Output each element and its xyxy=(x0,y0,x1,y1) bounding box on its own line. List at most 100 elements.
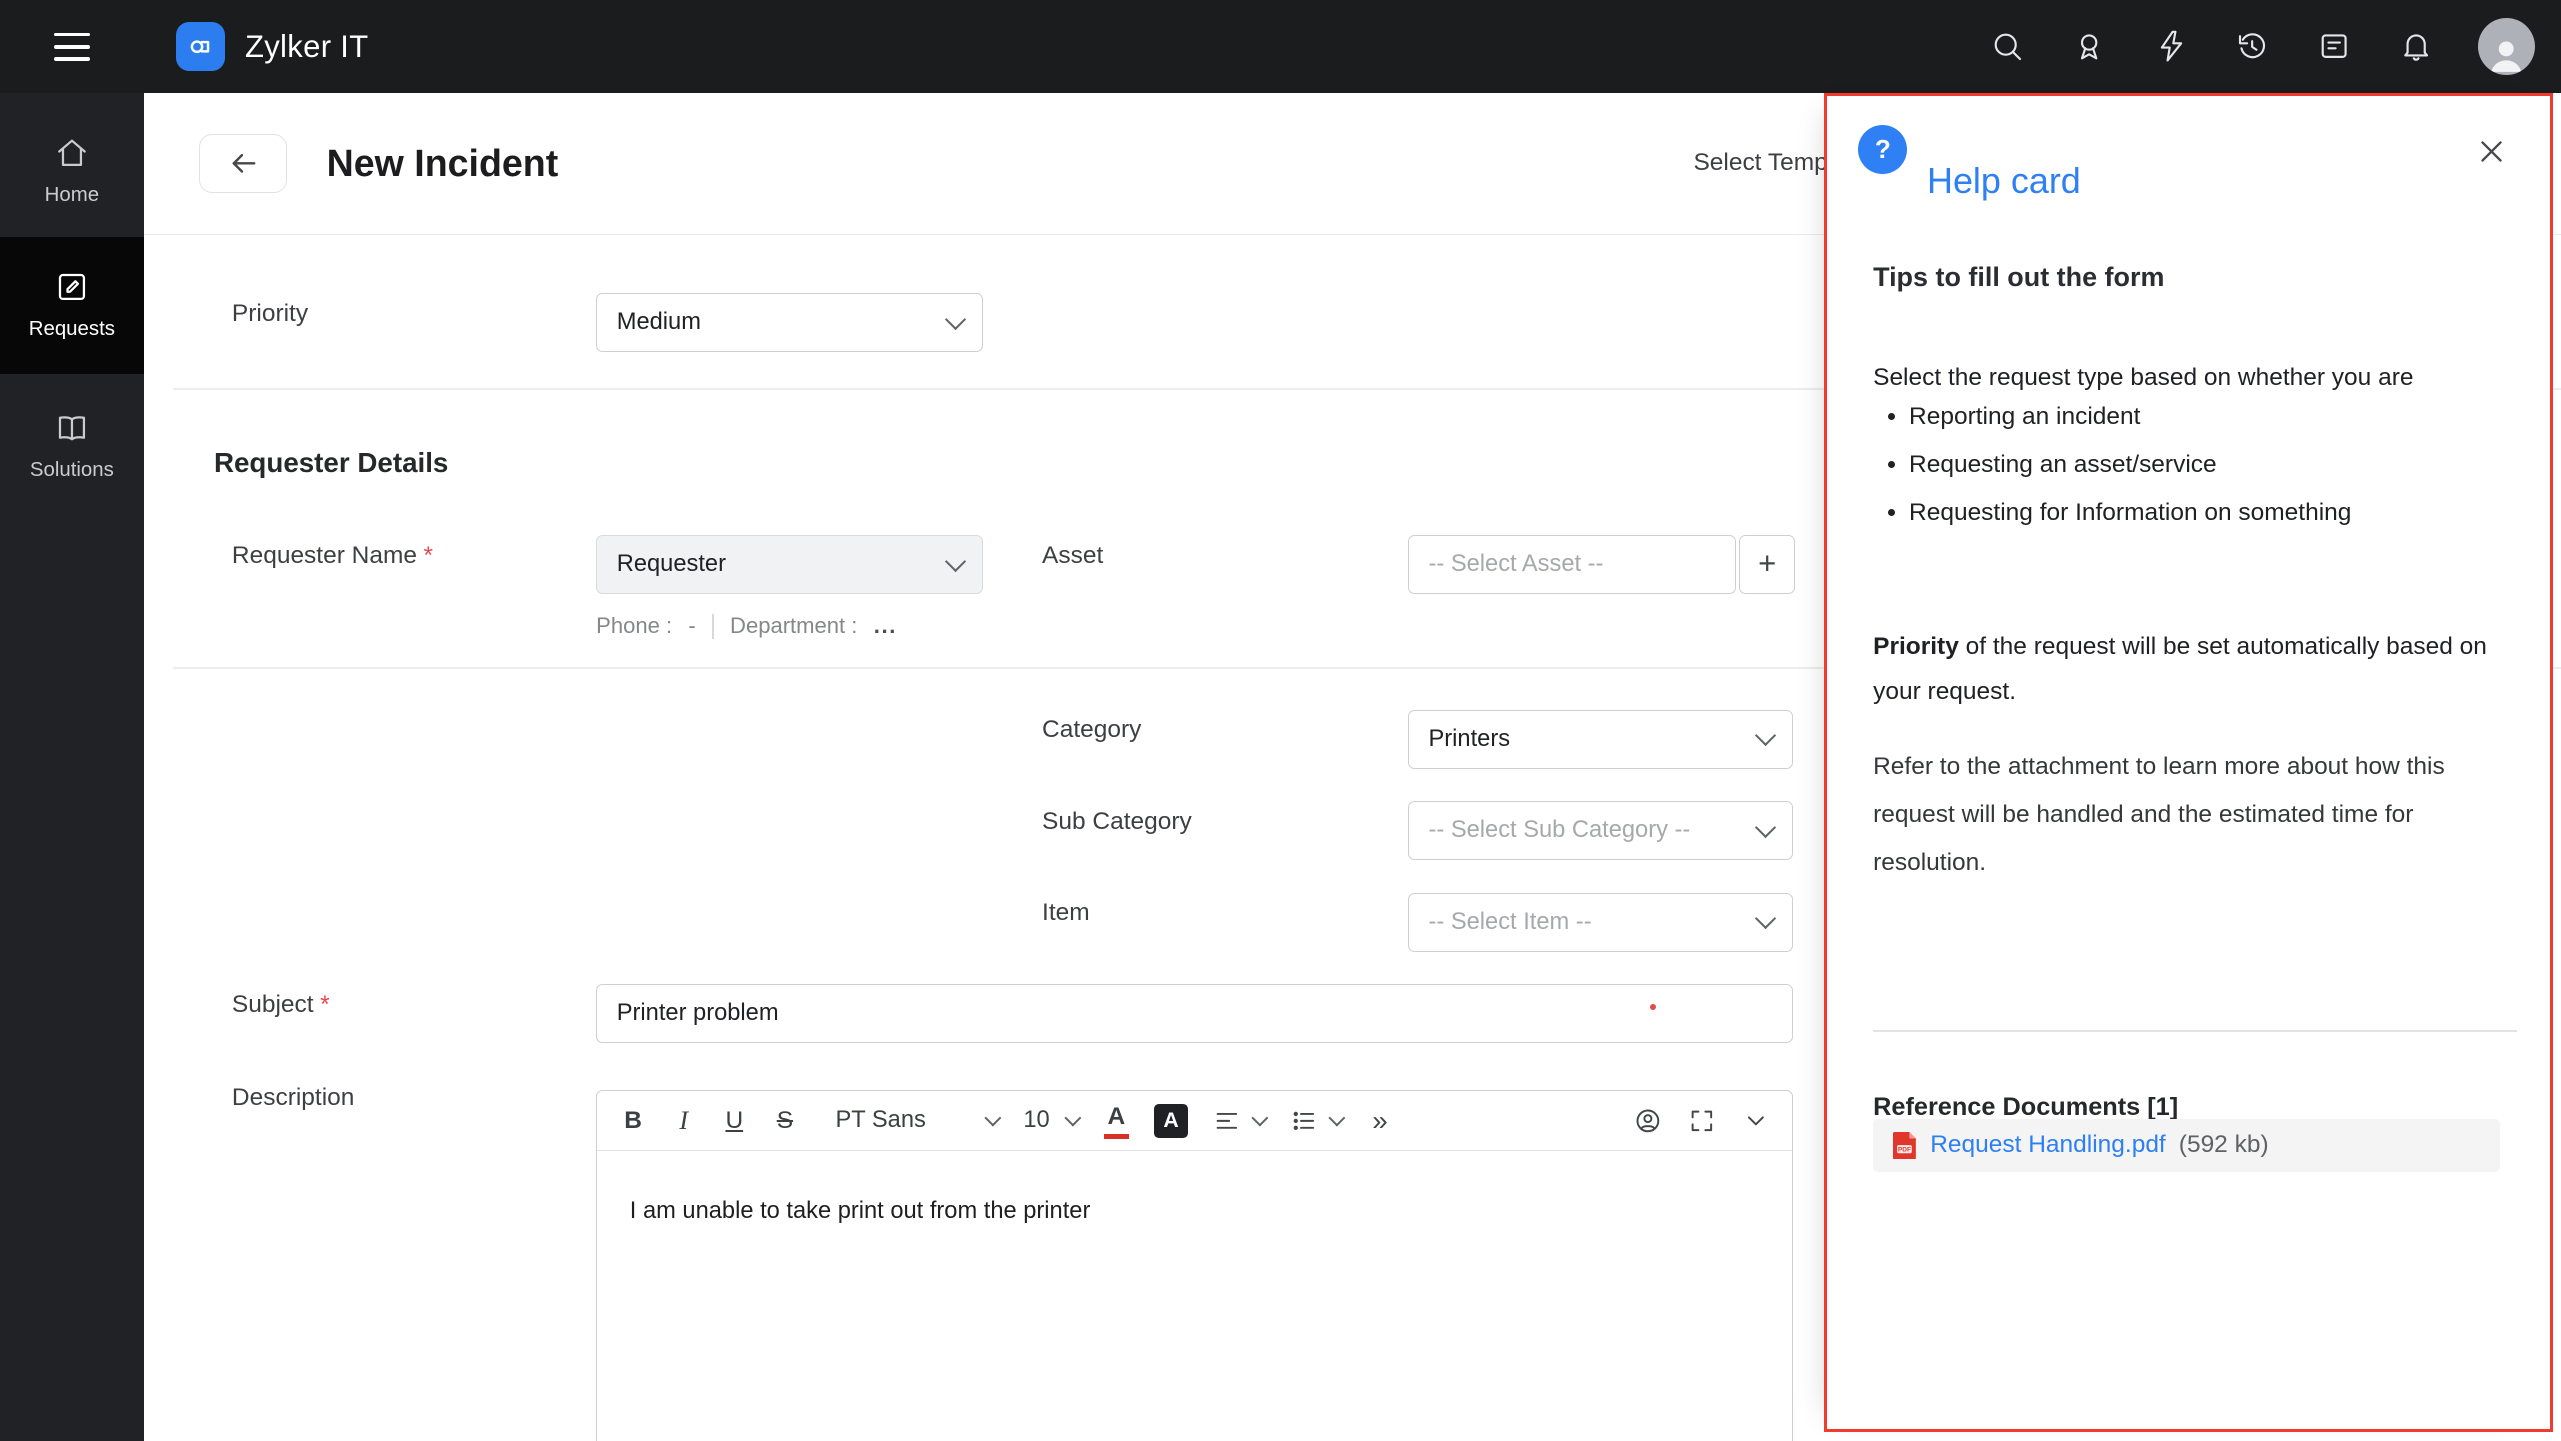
font-color-button[interactable]: A xyxy=(1103,1101,1129,1140)
svg-text:PDF: PDF xyxy=(1898,1146,1911,1153)
list-button[interactable] xyxy=(1290,1101,1343,1140)
sidebar-item-label: Requests xyxy=(29,318,115,341)
sidebar-item-label: Solutions xyxy=(30,459,114,482)
asset-select[interactable]: -- Select Asset -- xyxy=(1408,535,1736,594)
topbar-actions xyxy=(1988,18,2535,75)
sidebar-item-solutions[interactable]: Solutions xyxy=(0,394,144,499)
requester-select[interactable]: Requester xyxy=(596,535,983,594)
category-label: Category xyxy=(1042,716,1141,744)
required-asterisk: * xyxy=(320,991,330,1018)
sidebar-item-label: Home xyxy=(45,184,99,207)
bold-button[interactable]: B xyxy=(620,1101,646,1140)
pdf-icon: PDF xyxy=(1893,1132,1917,1160)
subject-label: Subject* xyxy=(232,991,330,1019)
app: Zylker IT Home Requests Solutions xyxy=(0,0,2561,1441)
tips-list: Reporting an incident Requesting an asse… xyxy=(1873,400,2351,545)
list-item: Requesting an asset/service xyxy=(1909,448,2351,482)
subject-input[interactable] xyxy=(596,984,1793,1043)
chevron-down-icon xyxy=(1755,908,1776,929)
menu-icon[interactable] xyxy=(0,0,144,93)
reference-document-row[interactable]: PDF Request Handling.pdf (592 kb) xyxy=(1873,1119,2500,1173)
editor-toolbar: B I U S PT Sans 10 A A xyxy=(597,1091,1792,1151)
feedback-icon[interactable] xyxy=(2314,27,2353,66)
fullscreen-icon[interactable] xyxy=(1688,1101,1716,1140)
item-select[interactable]: -- Select Item -- xyxy=(1408,893,1793,952)
department-value[interactable]: ... xyxy=(874,613,897,639)
reference-document-size: (592 kb) xyxy=(2179,1131,2269,1159)
toolbar-collapse-icon[interactable] xyxy=(1742,1101,1770,1140)
topbar: Zylker IT xyxy=(0,0,2561,93)
sidebar-item-home[interactable]: Home xyxy=(0,119,144,224)
requester-name-label: Requester Name* xyxy=(232,542,433,570)
sub-category-select[interactable]: -- Select Sub Category -- xyxy=(1408,801,1793,860)
category-select[interactable]: Printers xyxy=(1408,710,1793,769)
user-avatar[interactable] xyxy=(2478,18,2535,75)
attachment-note: Refer to the attachment to learn more ab… xyxy=(1873,743,2484,888)
highlight-color-button[interactable]: A xyxy=(1154,1104,1188,1138)
sidebar-item-requests[interactable]: Requests xyxy=(0,237,144,374)
department-label: Department : xyxy=(730,613,857,639)
help-card-title: Help card xyxy=(1927,160,2081,202)
quick-actions-icon[interactable] xyxy=(2151,27,2190,66)
italic-button[interactable]: I xyxy=(671,1101,697,1140)
requester-meta: Phone : - Department : ... xyxy=(596,613,897,639)
solutions-icon xyxy=(54,410,90,446)
reference-document-link[interactable]: Request Handling.pdf xyxy=(1930,1131,2165,1159)
phone-value: - xyxy=(688,613,695,639)
chevron-down-icon xyxy=(1755,725,1776,746)
strikethrough-button[interactable]: S xyxy=(772,1101,798,1140)
brand: Zylker IT xyxy=(176,22,368,71)
home-icon xyxy=(54,135,90,171)
zylker-logo-icon xyxy=(176,22,225,71)
history-icon[interactable] xyxy=(2233,27,2272,66)
align-left-icon xyxy=(1213,1107,1241,1135)
more-tools-button[interactable]: » xyxy=(1367,1101,1393,1140)
requests-icon xyxy=(54,269,90,305)
font-size-select[interactable]: 10 xyxy=(1023,1101,1079,1140)
search-icon[interactable] xyxy=(1988,27,2027,66)
chevron-down-icon xyxy=(944,551,965,572)
close-icon[interactable] xyxy=(2471,132,2510,171)
list-item: Reporting an incident xyxy=(1909,400,2351,434)
tips-heading: Tips to fill out the form xyxy=(1873,262,2164,293)
help-card-icon: ? xyxy=(1858,125,1907,174)
phone-label: Phone : xyxy=(596,613,672,639)
arrow-left-icon xyxy=(227,147,260,180)
mention-icon[interactable] xyxy=(1634,1101,1662,1140)
chevron-down-icon xyxy=(944,309,965,330)
asset-label: Asset xyxy=(1042,542,1103,570)
page-title: New Incident xyxy=(327,142,559,185)
editor-toolbar-right xyxy=(1634,1101,1770,1140)
description-label: Description xyxy=(232,1084,354,1112)
notifications-icon[interactable] xyxy=(2396,27,2435,66)
whats-new-icon[interactable] xyxy=(2070,27,2109,66)
chevron-down-icon xyxy=(1755,817,1776,838)
brand-name: Zylker IT xyxy=(245,29,369,65)
priority-note: Priority of the request will be set auto… xyxy=(1873,624,2523,715)
list-item: Requesting for Information on something xyxy=(1909,496,2351,530)
required-asterisk: * xyxy=(424,542,434,569)
priority-select[interactable]: Medium xyxy=(596,293,983,352)
chevron-down-icon xyxy=(985,1110,1002,1127)
chevron-down-icon xyxy=(1251,1110,1268,1127)
description-editor[interactable]: B I U S PT Sans 10 A A xyxy=(596,1090,1793,1440)
sidebar: Home Requests Solutions xyxy=(0,93,144,1440)
chevron-down-icon xyxy=(1328,1110,1345,1127)
requester-details-heading: Requester Details xyxy=(214,447,448,479)
chevron-down-icon xyxy=(1065,1110,1082,1127)
item-label: Item xyxy=(1042,899,1090,927)
color-swatch xyxy=(1104,1134,1128,1139)
priority-label: Priority xyxy=(232,300,308,328)
help-card-panel: ? Help card Tips to fill out the form Se… xyxy=(1824,93,2552,1432)
underline-button[interactable]: U xyxy=(721,1101,747,1140)
tips-intro: Select the request type based on whether… xyxy=(1873,364,2413,392)
font-family-select[interactable]: PT Sans xyxy=(836,1101,999,1140)
align-button[interactable] xyxy=(1213,1101,1266,1140)
back-button[interactable] xyxy=(199,134,287,193)
add-asset-button[interactable]: + xyxy=(1739,535,1795,594)
help-card-divider xyxy=(1873,1030,2517,1032)
sub-category-label: Sub Category xyxy=(1042,808,1192,836)
description-text[interactable]: I am unable to take print out from the p… xyxy=(597,1151,1792,1270)
meta-divider xyxy=(712,614,714,638)
bullet-list-icon xyxy=(1290,1107,1318,1135)
